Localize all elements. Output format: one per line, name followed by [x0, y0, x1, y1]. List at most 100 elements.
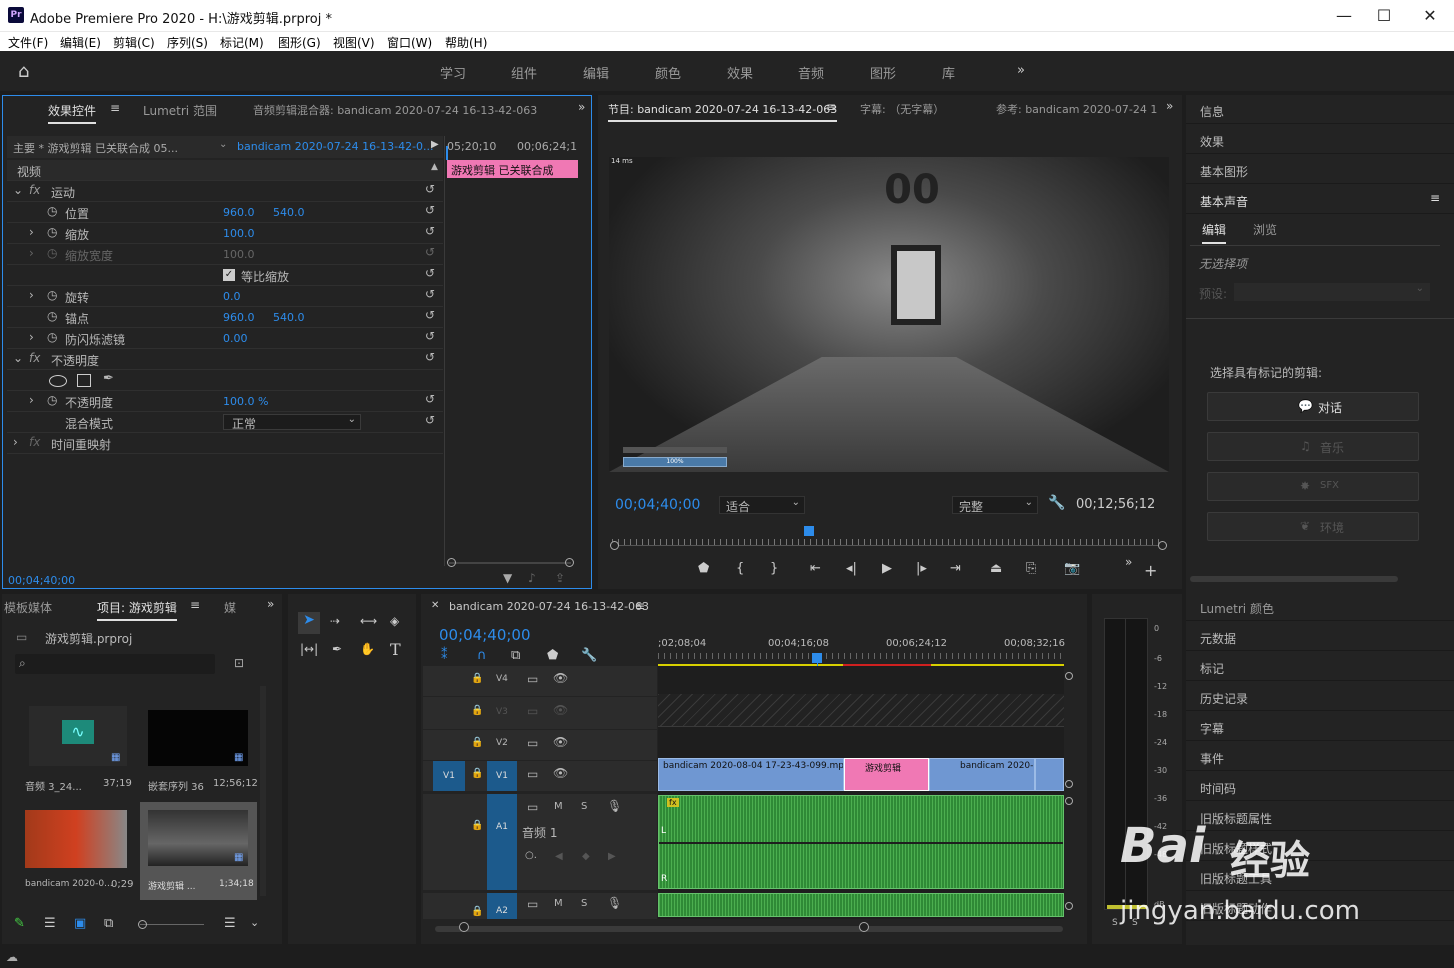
- play-audio-icon[interactable]: ♪: [528, 571, 536, 585]
- add-marker-icon[interactable]: ⬟: [547, 648, 558, 663]
- tab-effect-controls[interactable]: 效果控件: [48, 102, 97, 124]
- sync-lock-icon[interactable]: ▭: [527, 736, 538, 750]
- workspace-effects[interactable]: 效果: [727, 63, 753, 82]
- nested-sequence-clip[interactable]: 游戏剪辑: [844, 758, 929, 791]
- position-row[interactable]: ◷ 位置 960.0 540.0 ↺: [7, 202, 443, 223]
- timeline-settings-icon[interactable]: 🔧: [581, 648, 597, 663]
- panel-legacy-title-tools[interactable]: 旧版标题工具: [1186, 862, 1454, 891]
- scale-value[interactable]: 100.0: [223, 227, 255, 240]
- pen-mask-icon[interactable]: ✒: [103, 371, 114, 386]
- audio-clip-a1[interactable]: fx L R: [658, 795, 1064, 889]
- reset-icon[interactable]: ↺: [425, 308, 435, 322]
- panel-menu-icon[interactable]: ≡: [110, 101, 120, 115]
- keyframe-icon[interactable]: ○.: [525, 850, 537, 861]
- eye-icon[interactable]: 👁: [553, 703, 568, 717]
- sequence-thumbnail-2[interactable]: ▦: [148, 810, 248, 866]
- tab-template-media[interactable]: 模板媒体: [4, 599, 52, 616]
- step-forward-icon[interactable]: |▸: [916, 561, 927, 576]
- add-button-icon[interactable]: +: [1144, 561, 1157, 580]
- panel-timecode[interactable]: 时间码: [1186, 772, 1454, 801]
- ruler-handle-left[interactable]: [610, 541, 619, 550]
- program-timecode[interactable]: 00;04;40;00: [615, 497, 700, 513]
- rectangle-mask-icon[interactable]: [77, 374, 91, 387]
- scroll-handle-icon[interactable]: [1065, 902, 1073, 910]
- panel-events[interactable]: 事件: [1186, 742, 1454, 771]
- track-label-a2[interactable]: A2: [487, 893, 517, 919]
- new-bin-from-search-icon[interactable]: ⊡: [234, 656, 244, 670]
- chevron-down-icon[interactable]: ⌄: [219, 139, 227, 150]
- home-icon[interactable]: ⌂: [18, 61, 29, 82]
- zoom-slider-handle[interactable]: [138, 920, 147, 929]
- selection-tool-icon[interactable]: ➤: [298, 612, 320, 634]
- panel-menu-icon[interactable]: ≡: [826, 100, 836, 114]
- mark-in-icon[interactable]: {: [736, 561, 744, 576]
- rotation-value[interactable]: 0.0: [223, 290, 241, 303]
- reset-icon[interactable]: ↺: [425, 287, 435, 301]
- menu-sequence[interactable]: 序列(S): [167, 34, 208, 51]
- reset-icon[interactable]: ↺: [425, 203, 435, 217]
- panel-lumetri-color[interactable]: Lumetri 颜色: [1186, 592, 1454, 621]
- panel-captions[interactable]: 字幕: [1186, 712, 1454, 741]
- blend-mode-row[interactable]: 混合模式 正常 ⌄ ↺: [7, 412, 443, 433]
- more-workspaces-icon[interactable]: »: [1017, 63, 1025, 78]
- anchor-y-value[interactable]: 540.0: [273, 311, 305, 324]
- microphone-icon[interactable]: 🎙: [607, 799, 622, 813]
- prev-keyframe-icon[interactable]: ◀: [555, 851, 563, 862]
- filter-icon[interactable]: ▼: [503, 571, 512, 585]
- lock-icon[interactable]: 🔒: [471, 737, 483, 748]
- zoom-handle-left[interactable]: [447, 558, 456, 567]
- audio-clip-a2[interactable]: [658, 893, 1064, 917]
- expand-chevron-icon[interactable]: ›: [29, 330, 34, 344]
- workspace-color[interactable]: 颜色: [655, 63, 681, 82]
- workspace-libraries[interactable]: 库: [942, 63, 955, 82]
- slip-tool-icon[interactable]: |↔|: [300, 642, 318, 656]
- panel-effects[interactable]: 效果: [1186, 125, 1454, 154]
- video-clip-2[interactable]: bandicam 2020-0: [929, 758, 1035, 791]
- stopwatch-icon[interactable]: ◷: [47, 288, 57, 302]
- menu-clip[interactable]: 剪辑(C): [113, 34, 155, 51]
- video-clip-3[interactable]: [1035, 758, 1064, 791]
- menu-view[interactable]: 视图(V): [333, 34, 375, 51]
- tab-captions[interactable]: 字幕: （无字幕）: [860, 101, 944, 117]
- stopwatch-icon[interactable]: ◷: [47, 204, 57, 218]
- mini-playhead[interactable]: [446, 146, 448, 160]
- source-patch-v1[interactable]: V1: [433, 761, 465, 791]
- zoom-scrollbar[interactable]: [449, 562, 571, 564]
- master-label[interactable]: 主要 * 游戏剪辑 已关联合成 05...: [13, 140, 178, 156]
- lock-icon[interactable]: 🔒: [471, 820, 483, 831]
- more-buttons-icon[interactable]: »: [1125, 555, 1132, 569]
- scroll-up-icon[interactable]: ▲: [431, 162, 438, 172]
- blend-mode-select[interactable]: 正常 ⌄: [223, 414, 361, 431]
- reset-icon[interactable]: ↺: [425, 224, 435, 238]
- mark-out-icon[interactable]: }: [770, 561, 778, 576]
- scroll-handle-icon[interactable]: [1065, 672, 1073, 680]
- play-icon[interactable]: ▶: [882, 561, 892, 576]
- tab-program[interactable]: 节目: bandicam 2020-07-24 16-13-42-063: [608, 101, 838, 122]
- stopwatch-icon[interactable]: ◷: [47, 330, 57, 344]
- add-marker-icon[interactable]: ⬟: [698, 561, 709, 576]
- timeline-h-scrollbar[interactable]: [435, 926, 1063, 932]
- panel-metadata[interactable]: 元数据: [1186, 622, 1454, 651]
- uniform-scale-checkbox[interactable]: ✓: [223, 269, 235, 281]
- scroll-handle-icon[interactable]: [1065, 797, 1073, 805]
- meter-solo-left[interactable]: S: [1112, 918, 1118, 928]
- time-remap-row[interactable]: › fx 时间重映射: [7, 433, 443, 454]
- effect-timecode[interactable]: 00;04;40;00: [8, 574, 75, 587]
- creative-cloud-icon[interactable]: ☁: [6, 950, 18, 964]
- mute-button[interactable]: M: [554, 898, 563, 909]
- right-panel-scrollbar[interactable]: [1190, 576, 1398, 582]
- go-to-in-icon[interactable]: ⇤: [810, 561, 821, 576]
- anchor-row[interactable]: ◷ 锚点 960.0 540.0 ↺: [7, 307, 443, 328]
- razor-tool-icon[interactable]: ◈: [390, 614, 399, 628]
- menu-marker[interactable]: 标记(M): [220, 34, 264, 51]
- nest-icon[interactable]: ⁑: [441, 648, 448, 663]
- audio-thumbnail[interactable]: ∿ ▦: [29, 706, 127, 766]
- next-keyframe-icon[interactable]: ▶: [608, 851, 616, 862]
- camera-icon[interactable]: 📷: [1064, 561, 1080, 576]
- linked-selection-icon[interactable]: ⧉: [511, 648, 520, 663]
- panel-menu-icon[interactable]: ≡: [190, 598, 200, 612]
- reset-icon[interactable]: ↺: [425, 182, 435, 196]
- lock-icon[interactable]: 🔒: [471, 705, 483, 716]
- microphone-icon[interactable]: 🎙: [607, 896, 622, 910]
- snap-icon[interactable]: ∩: [477, 648, 487, 663]
